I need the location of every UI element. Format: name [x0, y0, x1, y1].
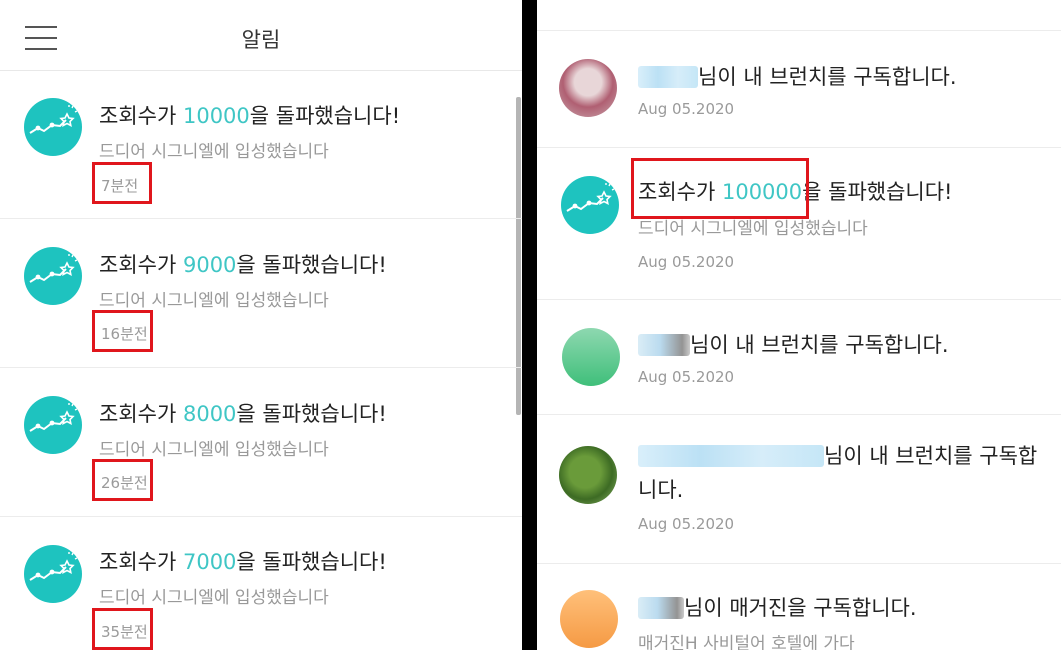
- blurred-username: [638, 66, 698, 88]
- notification-title: 님이 매거진을 구독합니다.: [638, 592, 917, 622]
- notification-title: 님이 내 브런치를 구독합 니다.: [638, 444, 1038, 502]
- blurred-username: [638, 597, 684, 619]
- left-screenshot: 알림 조회수가 10000을 돌파했습니다! 드디어 시그니엘에 입성했습니다 …: [0, 0, 522, 650]
- notification-item-partial[interactable]: [537, 0, 1061, 31]
- milestone-star-icon: [24, 545, 82, 603]
- notification-time: Aug 05.2020: [638, 515, 735, 533]
- right-screenshot: 님이 내 브런치를 구독합니다. Aug 05.2020 조회수가 100000…: [537, 0, 1061, 650]
- avatar: [560, 590, 618, 648]
- avatar: [562, 328, 620, 386]
- view-count: 9000: [182, 253, 237, 277]
- milestone-star-icon: [24, 98, 82, 156]
- notification-time: Aug 05.2020: [638, 100, 735, 118]
- milestone-star-icon: [24, 396, 82, 454]
- highlight-box: [631, 158, 809, 219]
- notification-desc: 드디어 시그니엘에 입성했습니다: [99, 440, 329, 460]
- blurred-username: [638, 334, 690, 356]
- highlight-box: [92, 459, 153, 501]
- notification-item[interactable]: 님이 내 브런치를 구독합니다. Aug 05.2020: [537, 300, 1061, 415]
- app-header: 알림: [0, 0, 522, 71]
- notification-title: 님이 내 브런치를 구독합니다.: [638, 61, 957, 91]
- highlight-box: [92, 162, 152, 204]
- page-title: 알림: [241, 28, 281, 52]
- notification-time: Aug 05.2020: [638, 253, 735, 271]
- notification-item[interactable]: 조회수가 7000을 돌파했습니다! 드디어 시그니엘에 입성했습니다 35분전: [0, 517, 522, 650]
- notification-title: 조회수가 10000을 돌파했습니다!: [99, 104, 401, 128]
- notification-item[interactable]: 조회수가 10000을 돌파했습니다! 드디어 시그니엘에 입성했습니다 7분전: [0, 71, 522, 219]
- milestone-star-icon: [24, 247, 82, 305]
- notification-title: 조회수가 8000을 돌파했습니다!: [99, 402, 387, 426]
- avatar: [559, 59, 617, 117]
- view-count: 8000: [182, 402, 237, 426]
- blurred-username: [638, 445, 824, 467]
- notification-desc: 드디어 시그니엘에 입성했습니다: [99, 142, 329, 162]
- notification-desc: 매거진H 사비털어 호텔에 가다: [638, 634, 855, 650]
- notification-item[interactable]: 님이 매거진을 구독합니다. 매거진H 사비털어 호텔에 가다: [537, 564, 1061, 650]
- avatar: [559, 446, 617, 504]
- notification-item[interactable]: 님이 내 브런치를 구독합 니다. Aug 05.2020: [537, 415, 1061, 564]
- notification-desc: 드디어 시그니엘에 입성했습니다: [99, 291, 329, 311]
- view-count: 10000: [182, 104, 250, 128]
- notification-item[interactable]: 조회수가 100000을 돌파했습니다! 드디어 시그니엘에 입성했습니다 Au…: [537, 148, 1061, 300]
- view-count: 7000: [182, 550, 237, 574]
- notification-title: 조회수가 7000을 돌파했습니다!: [99, 550, 387, 574]
- notification-item[interactable]: 님이 내 브런치를 구독합니다. Aug 05.2020: [537, 31, 1061, 148]
- notification-desc: 드디어 시그니엘에 입성했습니다: [99, 588, 329, 608]
- notification-title: 조회수가 9000을 돌파했습니다!: [99, 253, 387, 277]
- highlight-box: [92, 310, 153, 352]
- highlight-box: [92, 608, 153, 650]
- milestone-star-icon: [561, 176, 619, 234]
- notification-time: Aug 05.2020: [638, 368, 735, 386]
- notification-title: 님이 내 브런치를 구독합니다.: [638, 329, 949, 359]
- notification-item[interactable]: 조회수가 8000을 돌파했습니다! 드디어 시그니엘에 입성했습니다 26분전: [0, 368, 522, 517]
- notification-item[interactable]: 조회수가 9000을 돌파했습니다! 드디어 시그니엘에 입성했습니다 16분전: [0, 219, 522, 368]
